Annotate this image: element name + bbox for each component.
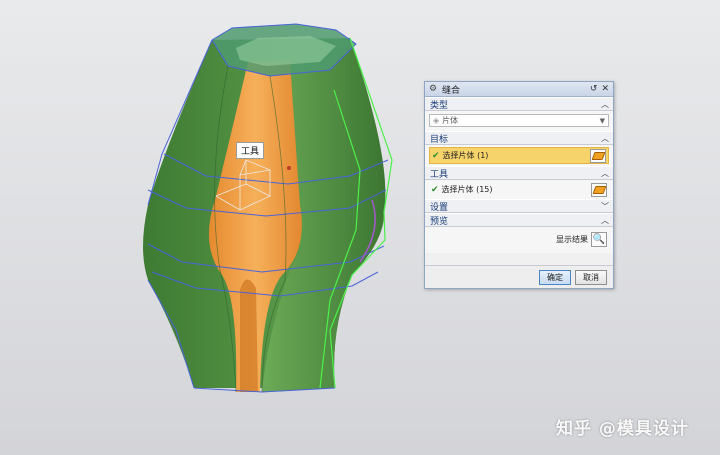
section-target-header[interactable]: 目标 ︿: [425, 131, 613, 145]
sheet-icon: ◈: [433, 116, 440, 125]
eraser-icon: [591, 151, 605, 160]
chevron-up-icon[interactable]: ︿: [601, 133, 609, 144]
cancel-button[interactable]: 取消: [575, 269, 607, 285]
section-type-header[interactable]: 类型 ︿: [425, 97, 613, 111]
section-settings-header[interactable]: 设置 ﹀: [425, 199, 613, 213]
section-tool-body: ✔ 选择片体 (15): [425, 180, 613, 199]
section-target-body: ✔ 选择片体 (1): [425, 145, 613, 166]
target-select-text: 选择片体 (1): [442, 151, 489, 160]
section-preview-header[interactable]: 预览 ︿: [425, 213, 613, 227]
dialog-titlebar[interactable]: ⚙ 缝合 ↺ ✕: [425, 82, 613, 97]
gear-icon: ⚙: [429, 83, 438, 94]
chevron-up-icon[interactable]: ︿: [601, 168, 609, 179]
chevron-up-icon[interactable]: ︿: [601, 99, 609, 110]
section-type-label: 类型: [430, 100, 449, 111]
chevron-down-icon[interactable]: ﹀: [601, 201, 609, 212]
tool-select-row[interactable]: ✔ 选择片体 (15): [429, 182, 609, 197]
section-preview-body: 显示结果 🔍: [425, 227, 613, 253]
section-target-label: 目标: [430, 134, 449, 145]
sew-dialog[interactable]: ⚙ 缝合 ↺ ✕ 类型 ︿ ◈ 片体 ▼ 目标 ︿ ✔ 选择片体 (1) 工具 …: [424, 81, 614, 289]
target-select-row[interactable]: ✔ 选择片体 (1): [429, 147, 609, 164]
show-result-button[interactable]: 🔍: [591, 232, 607, 247]
tool-pick-button[interactable]: [591, 182, 607, 197]
close-icon[interactable]: ✕: [601, 84, 609, 94]
show-result-label: 显示结果: [556, 235, 588, 244]
target-pick-button[interactable]: [590, 148, 606, 163]
type-select[interactable]: ◈ 片体 ▼: [429, 114, 609, 127]
reset-icon[interactable]: ↺: [590, 84, 598, 94]
check-icon: ✔: [431, 184, 439, 195]
dialog-title: 缝合: [442, 85, 461, 96]
section-settings-label: 设置: [430, 202, 449, 213]
watermark: 知乎 @模具设计: [556, 419, 689, 439]
show-result-row: 显示结果 🔍: [429, 230, 609, 249]
tool-select-text: 选择片体 (15): [441, 185, 493, 194]
tool-tooltip: 工具: [236, 142, 265, 159]
chevron-up-icon[interactable]: ︿: [601, 215, 609, 226]
type-select-value: 片体: [442, 116, 459, 125]
section-preview-label: 预览: [430, 216, 449, 227]
magnifier-icon: 🔍: [592, 234, 606, 245]
check-icon: ✔: [432, 150, 440, 161]
section-tool-label: 工具: [430, 169, 449, 180]
dialog-footer: 确定 取消: [425, 265, 613, 288]
eraser-icon: [592, 185, 606, 194]
section-tool-header[interactable]: 工具 ︿: [425, 166, 613, 180]
chevron-down-icon[interactable]: ▼: [600, 117, 605, 125]
section-type-body: ◈ 片体 ▼: [425, 111, 613, 131]
ok-button[interactable]: 确定: [539, 269, 571, 285]
